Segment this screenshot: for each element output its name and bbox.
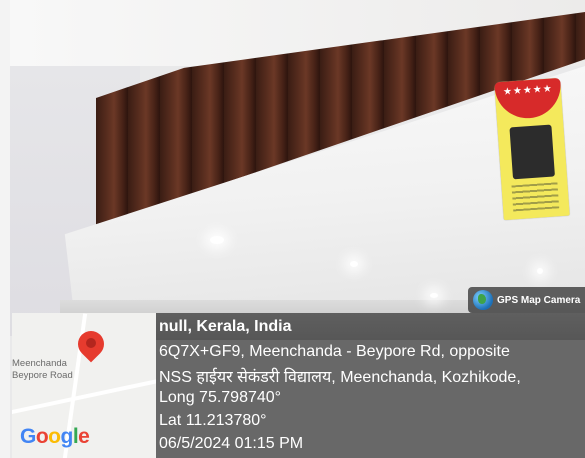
- map-place-label-line2: Beypore Road: [12, 370, 73, 381]
- longitude-text: Long 75.798740°: [159, 389, 282, 406]
- gps-badge-label: GPS Map Camera: [497, 294, 581, 306]
- location-pin-center: [86, 338, 96, 348]
- google-logo-letter: G: [20, 425, 36, 448]
- frame-edge: [0, 0, 10, 458]
- energy-label-header: ★★★★★: [494, 77, 563, 121]
- map-place-label: Meenchanda Beypore Road: [12, 358, 73, 382]
- star-rating-icon: ★★★★★: [502, 83, 554, 98]
- energy-label-panel: [509, 124, 555, 180]
- location-title: null, Kerala, India: [159, 318, 292, 335]
- light-reflection: [537, 268, 543, 274]
- google-logo: Google: [20, 425, 90, 449]
- light-reflection: [430, 293, 438, 298]
- energy-label-text-lines: [511, 182, 560, 212]
- location-info-panel: null, Kerala, India 6Q7X+GF9, Meenchanda…: [156, 313, 585, 458]
- latitude-text: Lat 11.213780°: [159, 412, 267, 429]
- photo-scene: ★★★★★ GPS Map Camera Meenchanda Beypore …: [0, 0, 585, 458]
- map-place-label-line1: Meenchanda: [12, 358, 67, 369]
- google-logo-letter: e: [78, 425, 90, 448]
- address-line-1: 6Q7X+GF9, Meenchanda - Beypore Rd, oppos…: [159, 343, 510, 360]
- map-thumbnail[interactable]: Meenchanda Beypore Road Google: [12, 313, 156, 458]
- google-logo-letter: o: [35, 425, 49, 448]
- globe-icon: [473, 290, 493, 310]
- google-logo-letter: g: [60, 425, 74, 448]
- light-reflection: [210, 236, 224, 244]
- gps-map-camera-badge: GPS Map Camera: [468, 287, 585, 313]
- timestamp-text: 06/5/2024 01:15 PM: [159, 435, 304, 452]
- address-line-2: NSS हाईयर सेकंडरी विद्यालय, Meenchanda, …: [159, 369, 521, 386]
- google-logo-letter: o: [48, 425, 61, 448]
- light-reflection: [350, 261, 358, 267]
- energy-rating-label: ★★★★★: [494, 77, 570, 221]
